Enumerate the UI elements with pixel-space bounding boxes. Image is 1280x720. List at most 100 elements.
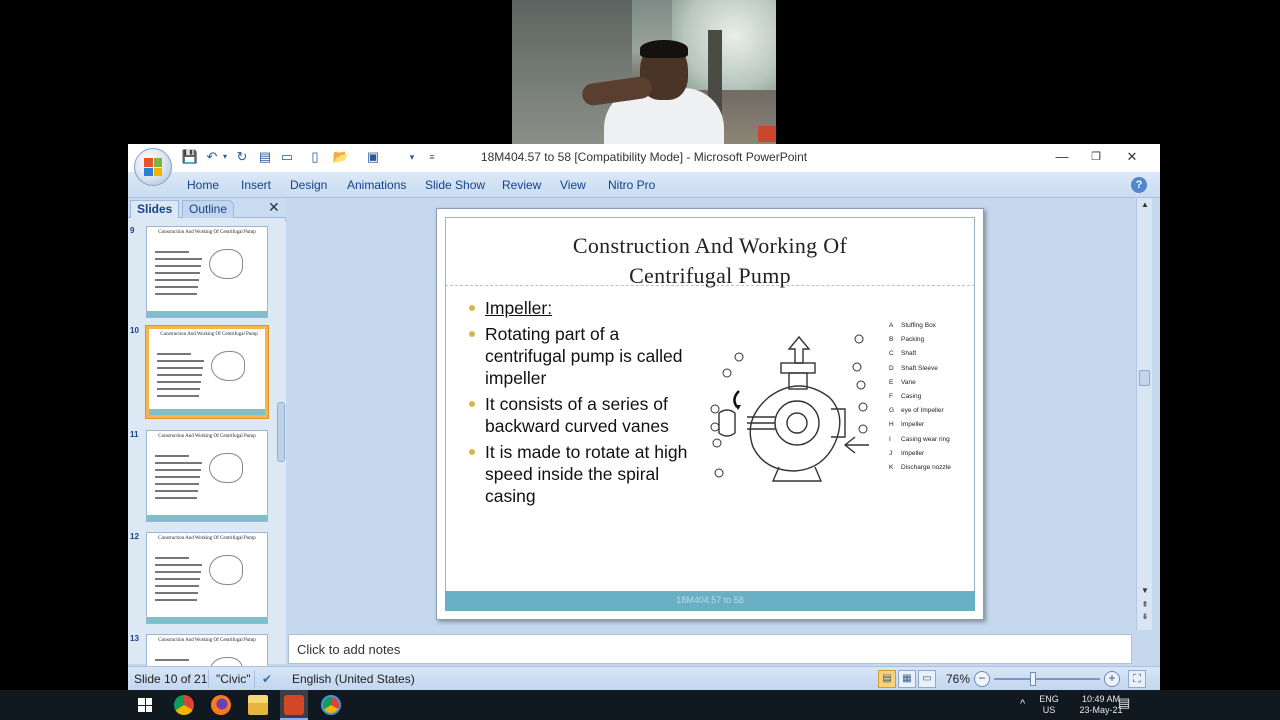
input-language[interactable]: ENG US (1036, 694, 1062, 716)
firefox-icon[interactable] (211, 695, 231, 715)
thumbnail-number: 11 (130, 430, 139, 439)
thumbnail-text-line (157, 360, 204, 362)
zoom-level[interactable]: 76% (946, 672, 970, 686)
tab-slide-show[interactable]: Slide Show (425, 178, 485, 192)
thumbnail-number: 12 (130, 532, 139, 541)
normal-view-icon[interactable]: ▤ (878, 670, 896, 688)
thumbnail-text-line (155, 557, 189, 559)
tab-animations[interactable]: Animations (347, 178, 406, 192)
thumbnail-text-line (155, 592, 198, 594)
next-slide-icon[interactable]: ⇟ (1139, 612, 1151, 621)
bullet-item: It is made to rotate at high speed insid… (469, 441, 699, 507)
minimize-button[interactable]: — (1044, 146, 1080, 168)
tab-home[interactable]: Home (187, 178, 219, 192)
slide-thumbnail[interactable]: Construction And Working Of Centrifugal … (146, 226, 268, 318)
thumbnail-diagram (209, 453, 243, 483)
thumbnail-text-line (155, 293, 197, 295)
slide-title-line-2: Centrifugal Pump (629, 263, 791, 288)
tab-design[interactable]: Design (290, 178, 327, 192)
slide-title[interactable]: Construction And Working Of Centrifugal … (445, 231, 975, 291)
tab-nitro-pro[interactable]: Nitro Pro (608, 178, 655, 192)
legend-label: Packing (901, 336, 925, 344)
tab-review[interactable]: Review (502, 178, 541, 192)
legend-label: Casing wear ring (901, 435, 950, 443)
scroll-up-icon[interactable]: ▲ (1139, 200, 1151, 209)
tab-outline[interactable]: Outline (182, 200, 235, 218)
powerpoint-taskbar-button[interactable] (280, 690, 308, 720)
office-button[interactable] (134, 148, 172, 186)
bullet-item: Rotating part of a centrifugal pump is c… (469, 323, 699, 389)
slide-sorter-icon[interactable]: ▦ (898, 670, 916, 688)
slide-bullets[interactable]: Impeller: Rotating part of a centrifugal… (469, 297, 699, 511)
legend-label: eye of Impeller (901, 407, 944, 415)
file-explorer-icon[interactable] (248, 695, 268, 715)
legend-label: Vane (901, 378, 916, 386)
region-code: US (1042, 705, 1056, 715)
zoom-slider[interactable] (994, 678, 1100, 680)
powerpoint-icon (284, 695, 304, 715)
close-pane-icon[interactable]: ✕ (268, 199, 280, 216)
thumbnail-text-line (155, 659, 189, 661)
legend-key: C (889, 350, 894, 358)
discharge-arrow (787, 335, 811, 364)
zoom-in-icon[interactable]: + (1104, 671, 1120, 687)
tray-overflow-icon[interactable]: ^ (1020, 699, 1025, 710)
slide-scroll-thumb[interactable] (1139, 370, 1150, 386)
chrome-profile-icon[interactable] (321, 695, 341, 715)
scroll-down-icon[interactable]: ▼ (1139, 586, 1151, 595)
legend-key: F (889, 393, 893, 401)
thumbnail-text-line (155, 258, 202, 260)
title-bar: 💾 ↶ ▾ ↻ ▤ ▭ ▯ 📂 ▣ ▾ ≡ 18M404.57 to 58 [C… (128, 144, 1160, 172)
legend-item: C Shaft (889, 347, 979, 361)
spell-check-icon[interactable]: ✔ (262, 672, 272, 686)
thumbnail-footer-bar (147, 311, 267, 317)
zoom-slider-thumb[interactable] (1030, 672, 1036, 686)
legend-key: K (889, 464, 894, 472)
tab-view[interactable]: View (560, 178, 586, 192)
tab-insert[interactable]: Insert (241, 178, 271, 192)
thumbnail-text-line (155, 585, 199, 587)
centrifugal-pump-diagram[interactable] (709, 327, 879, 495)
thumbnail-text-line (157, 353, 191, 355)
tab-slides[interactable]: Slides (130, 200, 180, 218)
taskbar: ^ ENG US 10:49 AM 23-May-21 ▤ (0, 690, 1280, 720)
thumbnail-scroll-thumb[interactable] (277, 402, 285, 462)
legend-key: E (889, 378, 894, 386)
legend-key: G (889, 407, 895, 415)
windows-start-icon[interactable] (138, 698, 152, 712)
thumbnail-text-line (155, 251, 189, 253)
thumbnail-footer-bar (147, 617, 267, 623)
previous-slide-icon[interactable]: ⇞ (1139, 600, 1151, 609)
thumbnail-text-line (157, 381, 201, 383)
thumbnail-number: 13 (130, 634, 139, 643)
legend-item: J Impeller (889, 447, 979, 461)
slide-thumbnail[interactable]: Construction And Working Of Centrifugal … (146, 532, 268, 624)
slide-thumbnail[interactable]: Construction And Working Of Centrifugal … (146, 430, 268, 522)
help-icon[interactable]: ? (1131, 177, 1147, 193)
window-title: 18M404.57 to 58 [Compatibility Mode] - M… (480, 150, 808, 164)
thumbnail-footer-bar (149, 409, 265, 415)
legend-item: Geye of Impeller (889, 404, 979, 418)
close-button[interactable]: ✕ (1114, 146, 1150, 168)
status-separator (254, 670, 255, 688)
legend-label: Shaft Sleeve (901, 364, 938, 372)
fit-to-window-icon[interactable]: ⛶ (1128, 670, 1146, 688)
thumbnail-text-line (155, 578, 200, 580)
restore-button[interactable]: ❐ (1078, 146, 1114, 168)
language-indicator[interactable]: English (United States) (292, 672, 415, 686)
slide-thumbnail[interactable]: Construction And Working Of Centrifugal … (146, 326, 268, 418)
slide-show-icon[interactable]: ▭ (918, 670, 936, 688)
thumbnail-scrollbar[interactable] (276, 222, 286, 664)
zoom-out-icon[interactable]: − (974, 671, 990, 687)
slides-pane: Slides Outline ✕ 9 Construction And Worki… (128, 198, 286, 690)
notifications-icon[interactable]: ▤ (1118, 696, 1130, 709)
thumbnail-text-line (155, 483, 199, 485)
slide-scrollbar[interactable]: ▲ ▼ ⇞ ⇟ (1136, 198, 1152, 630)
legend-item: A Stuffing Box (889, 319, 979, 333)
thumbnail-diagram (209, 249, 243, 279)
thumbnail-text-line (157, 374, 202, 376)
chrome-icon[interactable] (174, 695, 194, 715)
current-slide[interactable]: Construction And Working Of Centrifugal … (436, 208, 984, 620)
slide-footer-text: 18M404.57 to 58 (676, 595, 744, 605)
notes-pane[interactable]: Click to add notes (288, 634, 1132, 664)
